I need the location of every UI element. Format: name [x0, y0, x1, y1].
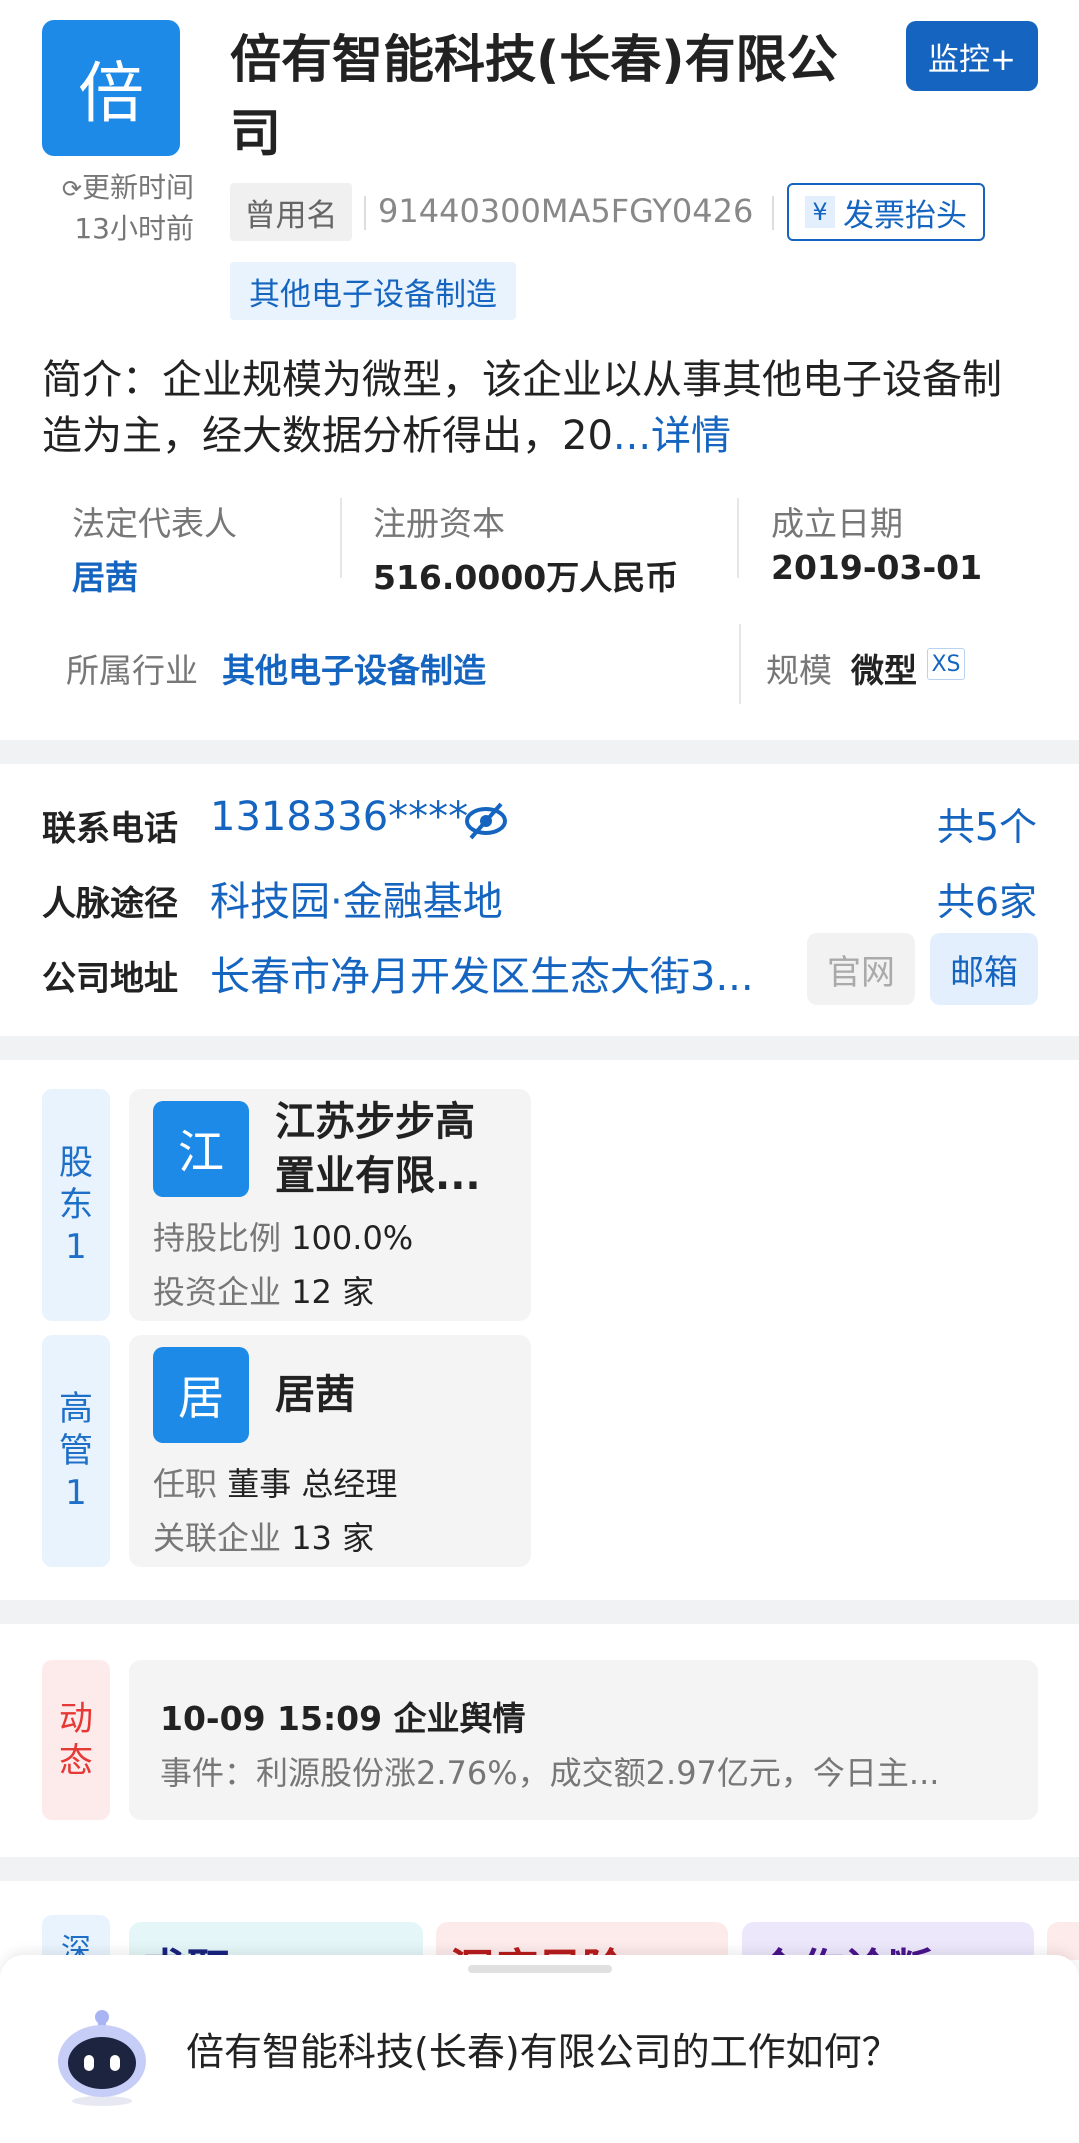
executive-card[interactable]: 居 居茜 任职 董事 总经理 关联企业 13 家 — [129, 1335, 531, 1567]
website-button[interactable]: 官网 — [807, 933, 915, 1005]
company-name: 倍有智能科技(长春)有限公司 — [230, 31, 838, 164]
scale-badge: XS — [927, 648, 965, 680]
section-separator — [0, 1036, 1079, 1060]
phone-label: 联系电话 — [42, 809, 178, 849]
network-label: 人脉途径 — [42, 884, 178, 924]
refresh-icon: ⟳ — [61, 175, 82, 203]
email-button[interactable]: 邮箱 — [930, 933, 1038, 1005]
news-headline: 10-09 15:09 企业舆情 — [160, 1699, 526, 1738]
founded-value: 2019-03-01 — [771, 548, 983, 587]
tab-executive[interactable]: 高管1 — [42, 1335, 110, 1567]
address-label: 公司地址 — [42, 959, 178, 999]
address-value[interactable]: 长春市净月开发区生态大街3... — [210, 944, 775, 1002]
shareholder-card[interactable]: 江 江苏步步高置业有限... 持股比例 100.0% 投资企业 12 家 — [129, 1089, 531, 1321]
divider — [340, 498, 342, 578]
ai-question-text[interactable]: 倍有智能科技(长春)有限公司的工作如何？ — [186, 2021, 900, 2076]
section-separator — [0, 740, 1079, 764]
divider — [772, 196, 774, 230]
divider — [364, 196, 366, 230]
section-separator — [0, 1857, 1079, 1881]
avatar: 居 — [153, 1347, 249, 1443]
legal-rep-value[interactable]: 居茜 — [72, 551, 138, 599]
ai-question-bar[interactable]: 倍有智能科技(长春)有限公司的工作如何？ — [0, 1955, 1079, 2143]
drag-handle[interactable] — [468, 1965, 612, 1973]
robot-assistant-icon[interactable] — [50, 2007, 154, 2107]
founded-label: 成立日期 — [771, 504, 903, 543]
capital-label: 注册资本 — [373, 504, 505, 543]
intro-more-link[interactable]: ...详情 — [613, 413, 731, 459]
monitor-button[interactable]: 监控+ — [906, 21, 1038, 91]
yuan-icon: ¥ — [805, 196, 835, 228]
related-companies: 关联企业 13 家 — [153, 1519, 375, 1557]
divider — [739, 624, 741, 704]
bottom-card-strip: 深 求职 深度风险 合作诊断 — [0, 1900, 1079, 1960]
intro-text: 简介：企业规模为微型，该企业以从事其他电子设备制造为主，经大数据分析得出，20.… — [42, 357, 1002, 459]
invested-companies: 投资企业 12 家 — [153, 1273, 375, 1311]
network-value[interactable]: 科技园·金融基地 — [210, 869, 503, 927]
avatar: 江 — [153, 1101, 249, 1197]
news-card[interactable]: 10-09 15:09 企业舆情 事件：利源股份涨2.76%，成交额2.97亿元… — [129, 1660, 1038, 1820]
former-name-tag[interactable]: 曾用名 — [230, 183, 352, 241]
phone-value[interactable]: 1318336**** — [210, 794, 468, 840]
industry-value[interactable]: 其他电子设备制造 — [222, 644, 486, 692]
company-logo: 倍 — [42, 20, 180, 156]
section-separator — [0, 1600, 1079, 1624]
phone-count[interactable]: 共5个 — [937, 796, 1037, 851]
network-count[interactable]: 共6家 — [937, 871, 1037, 926]
industry-label: 所属行业 — [66, 651, 198, 690]
shareholder-name: 江苏步步高置业有限... — [275, 1099, 481, 1199]
deep-tab[interactable]: 深 — [42, 1915, 110, 1960]
news-event: 事件：利源股份涨2.76%，成交额2.97亿元，今日主... — [160, 1754, 940, 1792]
capital-value: 516.0000万人民币 — [373, 558, 679, 597]
divider — [737, 498, 739, 578]
scale-value: 微型 — [851, 651, 917, 690]
shareholding-ratio: 持股比例 100.0% — [153, 1219, 414, 1257]
executive-position: 任职 董事 总经理 — [153, 1465, 398, 1503]
industry-tag[interactable]: 其他电子设备制造 — [230, 262, 516, 320]
tab-shareholder[interactable]: 股东1 — [42, 1089, 110, 1321]
executive-name: 居茜 — [275, 1372, 355, 1418]
credit-code: 91440300MA5FGY0426 — [378, 192, 754, 230]
update-time: ⟳更新时间 13小时前 — [61, 171, 194, 245]
scale-label: 规模 — [766, 651, 832, 690]
tab-news[interactable]: 动态 — [42, 1660, 110, 1820]
legal-rep-label: 法定代表人 — [72, 504, 237, 543]
eye-hidden-icon[interactable] — [463, 798, 509, 844]
invoice-button[interactable]: ¥ 发票抬头 — [787, 183, 985, 241]
